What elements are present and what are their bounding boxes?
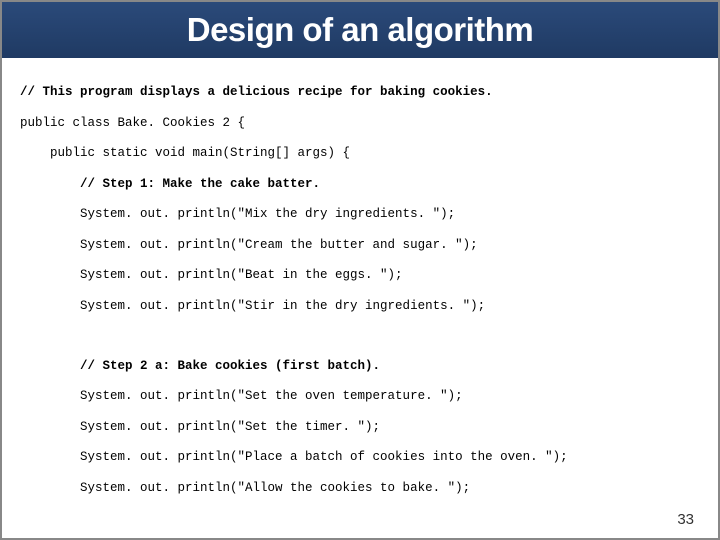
code-line: System. out. println("Beat in the eggs. … xyxy=(20,268,700,283)
code-block: // This program displays a delicious rec… xyxy=(2,58,718,540)
page-number: 33 xyxy=(677,511,694,528)
code-line: System. out. println("Mix the dry ingred… xyxy=(20,207,700,222)
code-line: System. out. println("Set the oven tempe… xyxy=(20,389,700,404)
code-gap xyxy=(20,511,700,525)
code-line: System. out. println("Set the timer. "); xyxy=(20,420,700,435)
title-bar: Design of an algorithm xyxy=(2,2,718,58)
code-step-2a-comment: // Step 2 a: Bake cookies (first batch). xyxy=(20,359,700,374)
slide-title: Design of an algorithm xyxy=(187,11,534,49)
code-comment-top: // This program displays a delicious rec… xyxy=(20,85,700,100)
code-line: System. out. println("Cream the butter a… xyxy=(20,238,700,253)
code-gap xyxy=(20,329,700,343)
code-step-1-comment: // Step 1: Make the cake batter. xyxy=(20,177,700,192)
code-line: System. out. println("Stir in the dry in… xyxy=(20,299,700,314)
code-line: public class Bake. Cookies 2 { xyxy=(20,116,700,131)
code-line: System. out. println("Place a batch of c… xyxy=(20,450,700,465)
code-line: System. out. println("Allow the cookies … xyxy=(20,481,700,496)
code-line: public static void main(String[] args) { xyxy=(20,146,700,161)
